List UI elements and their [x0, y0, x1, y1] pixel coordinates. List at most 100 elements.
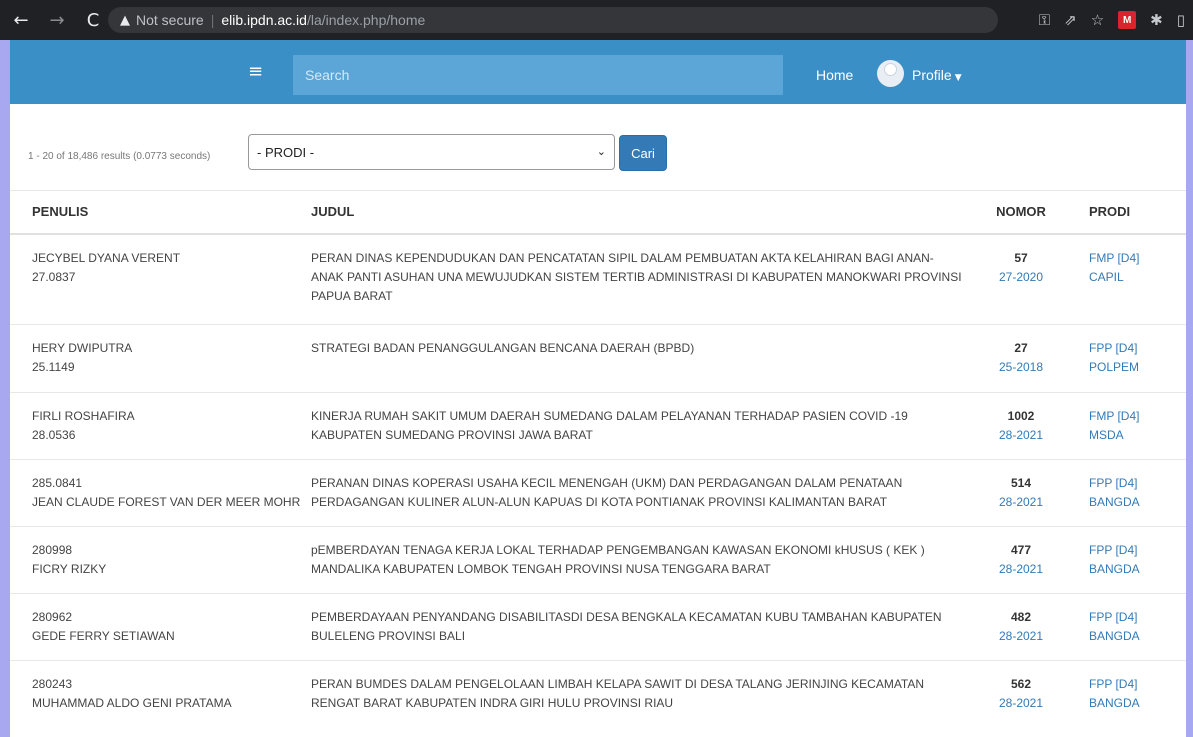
nomor-value: 562 — [1010, 677, 1032, 691]
nomor-code-link[interactable]: 28-2021 — [965, 426, 1077, 445]
table-row[interactable]: 280998 FICRY RIZKY pEMBERDAYAN TENAGA KERJ… — [10, 526, 1186, 594]
fakultas-link[interactable]: FPP [D4] — [1089, 608, 1186, 627]
fakultas-link[interactable]: FPP [D4] — [1089, 339, 1186, 358]
table-row[interactable]: FIRLI ROSHAFIRA 28.0536 KINERJA RUMAH SAKI… — [10, 392, 1186, 460]
nomor-value: 27 — [1014, 341, 1028, 355]
key-icon[interactable]: ⚿ — [1039, 11, 1050, 29]
cell-penulis: 280962 GEDE FERRY SETIAWAN — [10, 593, 305, 661]
cell-nomor: 1002 28-2021 — [965, 392, 1077, 460]
cell-prodi: FPP [D4] BANGDA — [1077, 593, 1186, 661]
column-header[interactable]: PENULIS — [10, 190, 305, 235]
table-row[interactable]: 280962 GEDE FERRY SETIAWAN PEMBERDAYAAN PE… — [10, 593, 1186, 661]
avatar[interactable] — [877, 60, 904, 87]
search-button[interactable]: Cari — [619, 135, 667, 171]
fakultas-link[interactable]: FMP [D4] — [1089, 407, 1186, 426]
prodi-link[interactable]: POLPEM — [1089, 358, 1186, 377]
cell-prodi: FMP [D4] MSDA — [1077, 392, 1186, 460]
menu-icon[interactable]: ≡ — [248, 61, 263, 82]
extension-icon[interactable]: M — [1118, 11, 1137, 29]
profile-menu[interactable]: Profile ▼ — [912, 67, 962, 83]
column-header[interactable]: JUDUL — [305, 190, 965, 235]
prodi-link[interactable]: CAPIL — [1089, 268, 1186, 287]
cell-penulis: JECYBEL DYANA VERENT 27.0837 — [10, 233, 305, 325]
cell-judul[interactable]: pEMBERDAYAN TENAGA KERJA LOKAL TERHADAP … — [305, 526, 965, 594]
nomor-value: 477 — [1010, 543, 1032, 557]
table-row[interactable]: 280243 MUHAMMAD ALDO GENI PRATAMA PERAN BU… — [10, 660, 1186, 728]
prodi-select-value: - PRODI - — [257, 144, 315, 160]
cell-prodi: FPP [D4] BANGDA — [1077, 660, 1186, 728]
fakultas-link[interactable]: FPP [D4] — [1089, 541, 1186, 560]
penulis-line-2: JEAN CLAUDE FOREST VAN DER MEER MOHR — [32, 495, 301, 509]
results-table: PENULIS JUDUL NOMOR PRODI JECYBEL DYANA … — [10, 190, 1186, 728]
address-bar[interactable]: ▲ Not secure | elib.ipdn.ac.id/la/index.… — [108, 7, 998, 33]
table-header: PENULIS JUDUL NOMOR PRODI — [10, 190, 1186, 235]
cell-penulis: 280998 FICRY RIZKY — [10, 526, 305, 594]
penulis-line-2: FICRY RIZKY — [32, 562, 107, 576]
nomor-code-link[interactable]: 27-2020 — [965, 268, 1077, 287]
nomor-code-link[interactable]: 25-2018 — [965, 358, 1077, 377]
cell-prodi: FPP [D4] POLPEM — [1077, 324, 1186, 393]
caret-down-icon: ▼ — [954, 73, 962, 83]
table-row[interactable]: HERY DWIPUTRA 25.1149 STRATEGI BADAN PENAN… — [10, 324, 1186, 393]
prodi-link[interactable]: BANGDA — [1089, 560, 1186, 579]
cell-judul[interactable]: PERAN DINAS KEPENDUDUKAN DAN PENCATATAN … — [305, 233, 965, 325]
table-row[interactable]: JECYBEL DYANA VERENT 27.0837 PERAN DINAS K… — [10, 233, 1186, 325]
penulis-line-2: 27.0837 — [32, 269, 76, 284]
star-icon[interactable]: ☆ — [1091, 11, 1104, 29]
reload-icon[interactable]: C — [82, 10, 104, 31]
cell-prodi: FPP [D4] BANGDA — [1077, 459, 1186, 527]
filter-bar: 1 - 20 of 18,486 results (0.0773 seconds… — [10, 104, 1186, 190]
prodi-select[interactable]: - PRODI - ⌄ — [248, 134, 615, 170]
search-input[interactable] — [293, 55, 783, 95]
security-status: Not secure — [136, 12, 204, 28]
address-separator: | — [210, 12, 215, 28]
nomor-value: 1002 — [1007, 409, 1035, 423]
share-icon[interactable]: ⇗ — [1064, 11, 1077, 29]
penulis-line-1: JECYBEL DYANA VERENT — [32, 250, 181, 265]
profile-label: Profile — [912, 67, 952, 83]
fakultas-link[interactable]: FPP [D4] — [1089, 675, 1186, 694]
back-icon[interactable]: ← — [10, 10, 32, 31]
cell-nomor: 57 27-2020 — [965, 233, 1077, 325]
cell-judul[interactable]: KINERJA RUMAH SAKIT UMUM DAERAH SUMEDANG… — [305, 392, 965, 460]
prodi-link[interactable]: MSDA — [1089, 426, 1186, 445]
prodi-link[interactable]: BANGDA — [1089, 694, 1186, 713]
penulis-line-1: 280962 — [32, 610, 73, 624]
fakultas-link[interactable]: FMP [D4] — [1089, 249, 1186, 268]
nomor-value: 514 — [1010, 476, 1032, 490]
nav-home-link[interactable]: Home — [816, 67, 853, 83]
navbar: ≡ Home Profile▼ — [10, 40, 1186, 104]
cell-judul[interactable]: PEMBERDAYAAN PENYANDANG DISABILITASDI DE… — [305, 593, 965, 661]
penulis-line-2: GEDE FERRY SETIAWAN — [32, 629, 175, 643]
fakultas-link[interactable]: FPP [D4] — [1089, 474, 1186, 493]
column-header[interactable]: NOMOR — [965, 190, 1077, 235]
cell-nomor: 482 28-2021 — [965, 593, 1077, 661]
forward-icon[interactable]: → — [46, 10, 68, 31]
nomor-code-link[interactable]: 28-2021 — [965, 694, 1077, 713]
cell-judul[interactable]: PERAN BUMDES DALAM PENGELOLAAN LIMBAH KE… — [305, 660, 965, 728]
chevron-down-icon: ⌄ — [596, 145, 606, 158]
sidebar-icon[interactable]: ▯ — [1177, 11, 1185, 29]
cell-penulis: FIRLI ROSHAFIRA 28.0536 — [10, 392, 305, 460]
browser-toolbar: ← → C ▲ Not secure | elib.ipdn.ac.id/la/… — [0, 0, 1193, 40]
prodi-link[interactable]: BANGDA — [1089, 493, 1186, 512]
nomor-value: 482 — [1010, 610, 1032, 624]
penulis-line-1: 280998 — [32, 543, 73, 557]
table-row[interactable]: 285.0841 JEAN CLAUDE FOREST VAN DER MEER … — [10, 459, 1186, 527]
cell-nomor: 514 28-2021 — [965, 459, 1077, 527]
cell-judul[interactable]: PERANAN DINAS KOPERASI USAHA KECIL MENEN… — [305, 459, 965, 527]
cell-judul[interactable]: STRATEGI BADAN PENANGGULANGAN BENCANA DA… — [305, 324, 965, 393]
page-content: ≡ Home Profile▼ 1 - 20 of 18,486 results… — [10, 40, 1186, 737]
puzzle-icon[interactable]: ✱ — [1150, 11, 1163, 29]
prodi-link[interactable]: BANGDA — [1089, 627, 1186, 646]
penulis-line-2: 25.1149 — [32, 360, 75, 374]
nomor-code-link[interactable]: 28-2021 — [965, 627, 1077, 646]
url-path: /la/index.php/home — [306, 12, 426, 28]
column-header[interactable]: PRODI — [1077, 190, 1186, 235]
url-host: elib.ipdn.ac.id — [221, 12, 307, 28]
penulis-line-1: FIRLI ROSHAFIRA — [32, 409, 135, 423]
nomor-code-link[interactable]: 28-2021 — [965, 560, 1077, 579]
nomor-code-link[interactable]: 28-2021 — [965, 493, 1077, 512]
cell-nomor: 477 28-2021 — [965, 526, 1077, 594]
penulis-line-1: 280243 — [32, 677, 73, 691]
